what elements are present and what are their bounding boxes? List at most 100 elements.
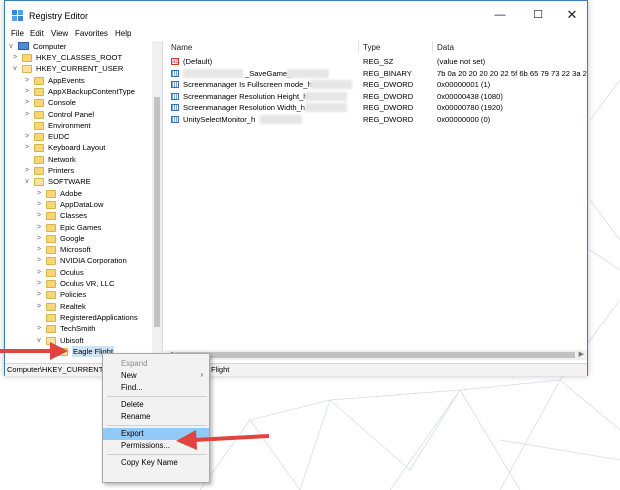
expander-icon[interactable]: >: [35, 278, 43, 289]
scroll-right-icon[interactable]: ▶: [579, 350, 584, 360]
tree-vertical-scrollbar[interactable]: [152, 41, 162, 357]
expander-icon[interactable]: >: [35, 323, 43, 334]
expander-icon[interactable]: >: [35, 255, 43, 266]
value-row[interactable]: UnitySelectMonitor_h REG_DWORD 0x00000000 …: [165, 114, 587, 125]
menu-view[interactable]: View: [51, 29, 68, 38]
expander-icon[interactable]: >: [35, 301, 43, 312]
menu-help[interactable]: Help: [115, 29, 131, 38]
redacted-text: [260, 114, 302, 124]
maximize-button[interactable]: ☐: [523, 5, 553, 25]
expander-icon[interactable]: >: [35, 244, 43, 255]
tree-item[interactable]: Network: [5, 154, 153, 165]
tree-item[interactable]: > Microsoft: [5, 244, 153, 255]
tree-item[interactable]: > Control Panel: [5, 109, 153, 120]
tree-item[interactable]: > Keyboard Layout: [5, 142, 153, 153]
expander-icon[interactable]: >: [23, 75, 31, 86]
tree-item-label: TechSmith: [60, 324, 96, 334]
tree-item[interactable]: > Policies: [5, 289, 153, 300]
expander-icon[interactable]: >: [35, 267, 43, 278]
tree-item-label: Environment: [48, 120, 91, 130]
expander-icon[interactable]: >: [35, 188, 43, 199]
scrollbar-thumb[interactable]: [154, 97, 160, 327]
value-type: REG_DWORD: [363, 103, 414, 112]
tree-item[interactable]: > Classes: [5, 210, 153, 221]
folder-icon: [34, 178, 44, 187]
value-name: Screenmanager Is Fullscreen mode_h: [183, 80, 312, 89]
expander-icon[interactable]: v: [23, 176, 31, 187]
tree-item[interactable]: > EUDC: [5, 131, 153, 142]
expander-icon[interactable]: >: [35, 289, 43, 300]
value-row[interactable]: ab (Default) REG_SZ (value not set): [165, 56, 587, 67]
value-row[interactable]: Screenmanager Resolution Width_h REG_DWOR…: [165, 102, 587, 113]
menu-favorites[interactable]: Favorites: [75, 29, 108, 38]
expander-icon[interactable]: [23, 154, 31, 165]
status-bar: Computer\HKEY_CURRENT_ Flight: [5, 363, 587, 376]
menu-file[interactable]: File: [11, 29, 24, 38]
tree-item[interactable]: > Realtek: [5, 301, 153, 312]
value-row[interactable]: Screenmanager Is Fullscreen mode_h REG_DW…: [165, 79, 587, 90]
tree-item-label: EUDC: [48, 132, 70, 142]
tree-item[interactable]: v HKEY_CURRENT_USER: [5, 63, 153, 74]
tree-item[interactable]: > Printers: [5, 165, 153, 176]
column-divider[interactable]: [358, 41, 359, 53]
expander-icon[interactable]: [35, 312, 43, 323]
value-row[interactable]: Screenmanager Resolution Height_h REG_DWO…: [165, 91, 587, 102]
expander-icon[interactable]: >: [11, 52, 19, 63]
binary-value-icon: [171, 115, 179, 123]
context-menu-item[interactable]: Expand: [103, 358, 209, 370]
context-menu-item[interactable]: Find...: [103, 382, 209, 394]
value-row[interactable]: _SaveGame_h REG_BINARY 7b 0a 20 20 20 20 2…: [165, 68, 587, 79]
expander-icon[interactable]: >: [23, 131, 31, 142]
menu-item-label: Permissions...: [121, 441, 170, 450]
tree-item[interactable]: > Epic Games: [5, 222, 153, 233]
column-header-name[interactable]: Name: [171, 43, 192, 52]
tree-item[interactable]: > Oculus: [5, 267, 153, 278]
minimize-button[interactable]: —: [485, 5, 515, 25]
context-menu-item[interactable]: New ›: [103, 370, 209, 382]
context-menu-item[interactable]: Copy Key Name: [103, 457, 209, 469]
tree-item[interactable]: > TechSmith: [5, 323, 153, 334]
column-header-type[interactable]: Type: [363, 43, 380, 52]
tree-item[interactable]: > Adobe: [5, 188, 153, 199]
close-button[interactable]: ✕: [557, 5, 587, 25]
expander-icon[interactable]: >: [35, 222, 43, 233]
key-tree-pane[interactable]: v Computer > HKEY_CLASSES_ROOT v HKEY_CURRE…: [5, 41, 163, 362]
tree-item[interactable]: v SOFTWARE: [5, 176, 153, 187]
tree-item[interactable]: > Oculus VR, LLC: [5, 278, 153, 289]
tree-item[interactable]: > HKEY_CLASSES_ROOT: [5, 52, 153, 63]
column-header-data[interactable]: Data: [437, 43, 454, 52]
tree-item[interactable]: > NVIDIA Corporation: [5, 255, 153, 266]
tree-item[interactable]: RegisteredApplications: [5, 312, 153, 323]
value-type: REG_DWORD: [363, 91, 414, 101]
folder-icon: [46, 234, 56, 243]
value-type: REG_DWORD: [363, 114, 414, 124]
expander-icon[interactable]: >: [35, 199, 43, 210]
tree-item[interactable]: > AppEvents: [5, 75, 153, 86]
context-menu-item[interactable]: Delete: [103, 399, 209, 411]
expander-icon[interactable]: [23, 120, 31, 131]
tree-item[interactable]: > Console: [5, 97, 153, 108]
folder-icon: [34, 87, 44, 96]
expander-icon[interactable]: >: [23, 109, 31, 120]
tree-item[interactable]: > AppXBackupContentType: [5, 86, 153, 97]
expander-icon[interactable]: >: [35, 210, 43, 221]
value-type: REG_SZ: [363, 57, 394, 66]
tree-item-computer[interactable]: v Computer: [5, 41, 153, 52]
expander-icon[interactable]: v: [7, 41, 15, 52]
list-horizontal-scrollbar[interactable]: ◀ ▶: [165, 350, 587, 360]
tree-item[interactable]: > AppDataLow: [5, 199, 153, 210]
scrollbar-thumb[interactable]: [175, 352, 575, 358]
expander-icon[interactable]: >: [23, 142, 31, 153]
tree-item[interactable]: > Google: [5, 233, 153, 244]
values-list-pane[interactable]: Name Type Data ab (Default) REG_SZ (value n…: [165, 41, 587, 363]
expander-icon[interactable]: >: [35, 233, 43, 244]
column-divider[interactable]: [432, 41, 433, 53]
expander-icon[interactable]: >: [23, 97, 31, 108]
context-menu-item[interactable]: Rename: [103, 411, 209, 423]
expander-icon[interactable]: >: [23, 86, 31, 97]
folder-icon: [46, 200, 56, 209]
tree-item[interactable]: Environment: [5, 120, 153, 131]
menu-edit[interactable]: Edit: [30, 29, 44, 38]
expander-icon[interactable]: >: [23, 165, 31, 176]
expander-icon[interactable]: v: [11, 63, 19, 74]
